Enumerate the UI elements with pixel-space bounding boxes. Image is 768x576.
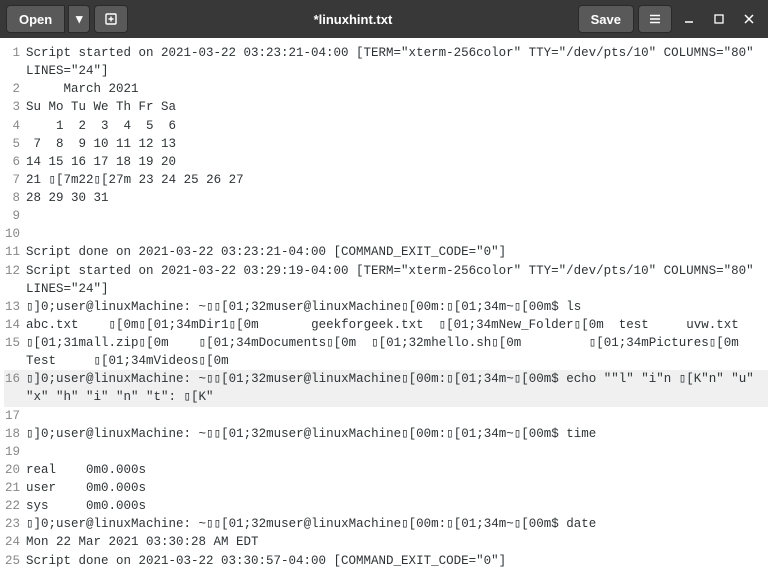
line-content[interactable]: ▯]0;user@linuxMachine: ~▯▯[01;32muser@li… xyxy=(26,425,768,443)
editor-line[interactable]: 10 xyxy=(4,225,768,243)
line-content[interactable]: 21 ▯[7m22▯[27m 23 24 25 26 27 xyxy=(26,171,768,189)
line-content[interactable]: sys 0m0.000s xyxy=(26,497,768,515)
line-content[interactable]: 1 2 3 4 5 6 xyxy=(26,117,768,135)
editor-line[interactable]: 20real 0m0.000s xyxy=(4,461,768,479)
editor-line[interactable]: 614 15 16 17 18 19 20 xyxy=(4,153,768,171)
minimize-icon xyxy=(683,13,695,25)
line-number: 22 xyxy=(4,497,26,515)
line-number: 11 xyxy=(4,243,26,261)
hamburger-menu-button[interactable] xyxy=(638,5,672,33)
maximize-button[interactable] xyxy=(706,6,732,32)
hamburger-icon xyxy=(648,12,662,26)
line-content[interactable]: 28 29 30 31 xyxy=(26,189,768,207)
line-number: 16 xyxy=(4,370,26,406)
editor-line[interactable]: 5 7 8 9 10 11 12 13 xyxy=(4,135,768,153)
editor-line[interactable]: 16▯]0;user@linuxMachine: ~▯▯[01;32muser@… xyxy=(4,370,768,406)
line-content[interactable]: March 2021 xyxy=(26,80,768,98)
line-content[interactable]: ▯]0;user@linuxMachine: ~▯▯[01;32muser@li… xyxy=(26,370,768,406)
line-content[interactable]: ▯]0;user@linuxMachine: ~▯▯[01;32muser@li… xyxy=(26,515,768,533)
line-number: 14 xyxy=(4,316,26,334)
line-number: 19 xyxy=(4,443,26,461)
editor-line[interactable]: 23▯]0;user@linuxMachine: ~▯▯[01;32muser@… xyxy=(4,515,768,533)
line-number: 21 xyxy=(4,479,26,497)
editor-line[interactable]: 15▯[01;31mall.zip▯[0m ▯[01;34mDocuments▯… xyxy=(4,334,768,370)
line-number: 18 xyxy=(4,425,26,443)
editor-line[interactable]: 14abc.txt ▯[0m▯[01;34mDir1▯[0m geekforge… xyxy=(4,316,768,334)
editor-line[interactable]: 1Script started on 2021-03-22 03:23:21-0… xyxy=(4,44,768,80)
editor-line[interactable]: 22sys 0m0.000s xyxy=(4,497,768,515)
editor-area[interactable]: 1Script started on 2021-03-22 03:23:21-0… xyxy=(0,38,768,576)
editor-line[interactable]: 828 29 30 31 xyxy=(4,189,768,207)
line-content[interactable] xyxy=(26,225,768,243)
line-content[interactable]: 7 8 9 10 11 12 13 xyxy=(26,135,768,153)
line-content[interactable]: 14 15 16 17 18 19 20 xyxy=(26,153,768,171)
open-button[interactable]: Open xyxy=(6,5,65,33)
line-content[interactable]: Script done on 2021-03-22 03:23:21-04:00… xyxy=(26,243,768,261)
line-number: 24 xyxy=(4,533,26,551)
editor-line[interactable]: 13▯]0;user@linuxMachine: ~▯▯[01;32muser@… xyxy=(4,298,768,316)
line-content[interactable] xyxy=(26,207,768,225)
save-button[interactable]: Save xyxy=(578,5,634,33)
line-content[interactable]: Script done on 2021-03-22 03:30:57-04:00… xyxy=(26,552,768,570)
line-number: 10 xyxy=(4,225,26,243)
editor-line[interactable]: 24Mon 22 Mar 2021 03:30:28 AM EDT xyxy=(4,533,768,551)
line-number: 1 xyxy=(4,44,26,80)
editor-line[interactable]: 11Script done on 2021-03-22 03:23:21-04:… xyxy=(4,243,768,261)
chevron-down-icon: ▾ xyxy=(76,11,83,27)
editor-line[interactable]: 18▯]0;user@linuxMachine: ~▯▯[01;32muser@… xyxy=(4,425,768,443)
new-tab-button[interactable] xyxy=(94,5,128,33)
line-number: 2 xyxy=(4,80,26,98)
line-number: 17 xyxy=(4,407,26,425)
line-number: 25 xyxy=(4,552,26,570)
editor-line[interactable]: 17 xyxy=(4,407,768,425)
editor-line[interactable]: 721 ▯[7m22▯[27m 23 24 25 26 27 xyxy=(4,171,768,189)
editor-line[interactable]: 21user 0m0.000s xyxy=(4,479,768,497)
maximize-icon xyxy=(713,13,725,25)
editor-line[interactable]: 25Script done on 2021-03-22 03:30:57-04:… xyxy=(4,552,768,570)
close-icon xyxy=(743,13,755,25)
line-content[interactable]: real 0m0.000s xyxy=(26,461,768,479)
editor-line[interactable]: 4 1 2 3 4 5 6 xyxy=(4,117,768,135)
line-content[interactable]: Script started on 2021-03-22 03:29:19-04… xyxy=(26,262,768,298)
new-tab-icon xyxy=(104,12,118,26)
minimize-button[interactable] xyxy=(676,6,702,32)
line-content[interactable]: ▯]0;user@linuxMachine: ~▯▯[01;32muser@li… xyxy=(26,298,768,316)
editor-line[interactable]: 9 xyxy=(4,207,768,225)
line-content[interactable] xyxy=(26,443,768,461)
line-number: 4 xyxy=(4,117,26,135)
line-number: 20 xyxy=(4,461,26,479)
line-number: 15 xyxy=(4,334,26,370)
line-content[interactable]: Su Mo Tu We Th Fr Sa xyxy=(26,98,768,116)
line-number: 6 xyxy=(4,153,26,171)
editor-line[interactable]: 12Script started on 2021-03-22 03:29:19-… xyxy=(4,262,768,298)
line-number: 23 xyxy=(4,515,26,533)
line-number: 12 xyxy=(4,262,26,298)
line-content[interactable]: Script started on 2021-03-22 03:23:21-04… xyxy=(26,44,768,80)
line-number: 13 xyxy=(4,298,26,316)
line-content[interactable]: user 0m0.000s xyxy=(26,479,768,497)
editor-line[interactable]: 3Su Mo Tu We Th Fr Sa xyxy=(4,98,768,116)
line-content[interactable]: Mon 22 Mar 2021 03:30:28 AM EDT xyxy=(26,533,768,551)
window-title: *linuxhint.txt xyxy=(132,12,573,27)
line-number: 9 xyxy=(4,207,26,225)
close-button[interactable] xyxy=(736,6,762,32)
line-number: 3 xyxy=(4,98,26,116)
editor-line[interactable]: 2 March 2021 xyxy=(4,80,768,98)
open-dropdown-button[interactable]: ▾ xyxy=(68,5,90,33)
line-content[interactable] xyxy=(26,407,768,425)
titlebar: Open ▾ *linuxhint.txt Save xyxy=(0,0,768,38)
line-content[interactable]: abc.txt ▯[0m▯[01;34mDir1▯[0m geekforgeek… xyxy=(26,316,768,334)
line-number: 7 xyxy=(4,171,26,189)
line-number: 5 xyxy=(4,135,26,153)
line-content[interactable]: ▯[01;31mall.zip▯[0m ▯[01;34mDocuments▯[0… xyxy=(26,334,768,370)
line-number: 8 xyxy=(4,189,26,207)
editor-line[interactable]: 19 xyxy=(4,443,768,461)
